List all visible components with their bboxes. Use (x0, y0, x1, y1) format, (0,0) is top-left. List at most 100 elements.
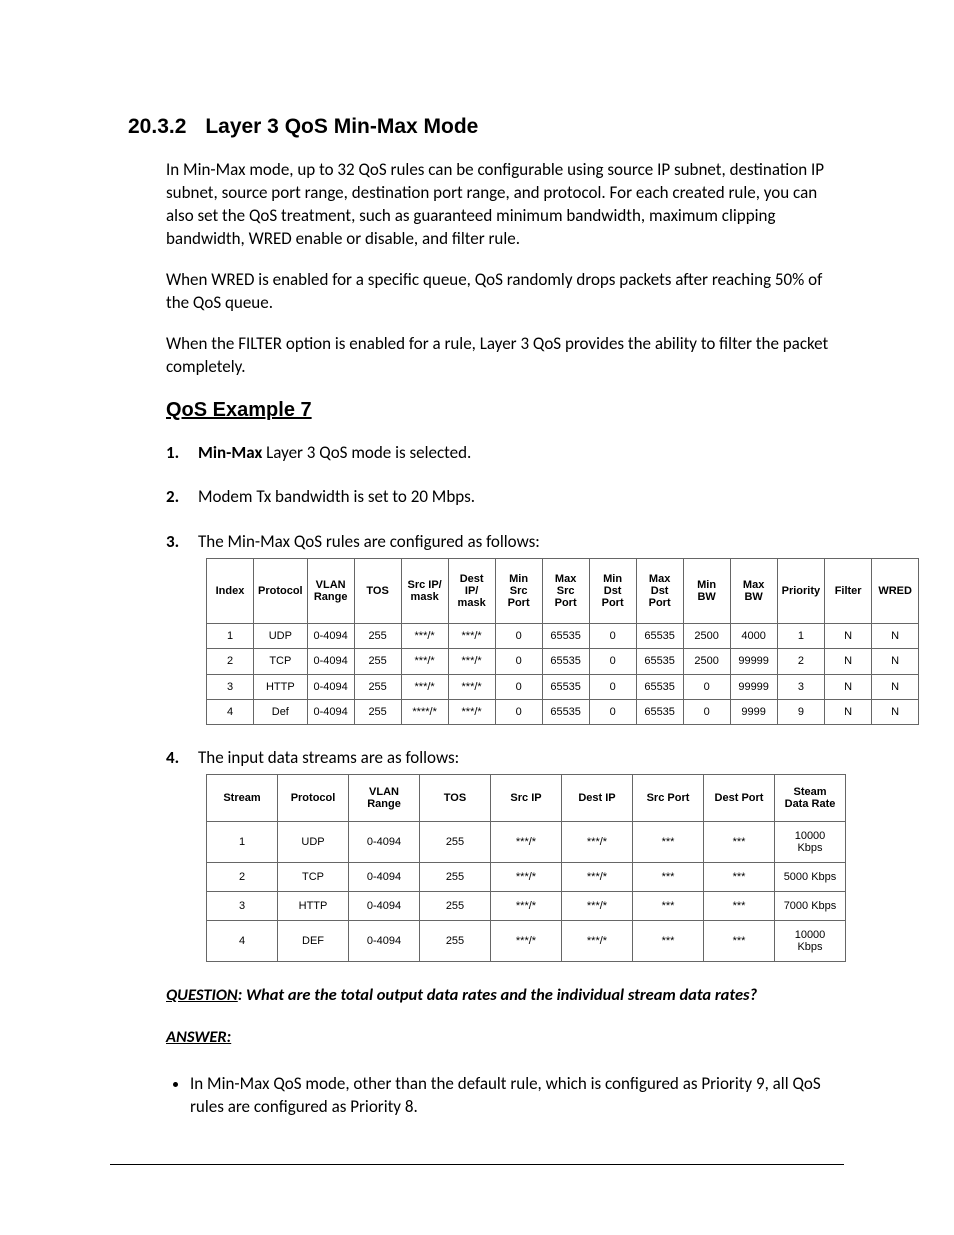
table-cell: 255 (354, 674, 401, 699)
table-cell: 65535 (542, 649, 589, 674)
table-cell: 2500 (683, 649, 730, 674)
table-cell: 3 (207, 674, 254, 699)
table-body: 1UDP0-4094255***/****/*******10000 Kbps2… (207, 821, 846, 962)
table-cell: ****/* (401, 699, 448, 724)
table-cell: 0 (683, 699, 730, 724)
table-header-row: Stream Protocol VLAN Range TOS Src IP De… (207, 774, 846, 821)
table-cell: N (825, 674, 872, 699)
table-cell: 0-4094 (307, 699, 354, 724)
th-index: Index (207, 559, 254, 624)
answer-label: ANSWER: (166, 1026, 844, 1048)
table-cell: *** (633, 921, 704, 962)
th-data-rate: Steam Data Rate (775, 774, 846, 821)
step-number: 2. (166, 486, 179, 509)
table-cell: ***/* (491, 891, 562, 920)
table-cell: ***/* (562, 862, 633, 891)
table-cell: *** (633, 821, 704, 862)
step-text: Modem Tx bandwidth is set to 20 Mbps. (198, 486, 475, 507)
table-cell: 65535 (636, 699, 683, 724)
table-cell: TCP (278, 862, 349, 891)
answer-bullets: In Min-Max QoS mode, other than the defa… (166, 1073, 844, 1119)
table-cell: *** (633, 891, 704, 920)
table-cell: ***/* (448, 624, 495, 649)
table-cell: 4000 (730, 624, 777, 649)
table-cell: 0 (589, 699, 636, 724)
table-cell: 65535 (542, 624, 589, 649)
list-item: 3. The Min-Max QoS rules are configured … (166, 531, 844, 724)
table-cell: 65535 (542, 699, 589, 724)
table-cell: 0 (589, 624, 636, 649)
step-text: Layer 3 QoS mode is selected. (262, 442, 471, 463)
table-cell: 5000 Kbps (775, 862, 846, 891)
table-row: 3HTTP0-4094255***/****/*******7000 Kbps (207, 891, 846, 920)
table-cell: 2500 (683, 624, 730, 649)
table-cell: 99999 (730, 674, 777, 699)
table-cell: ***/* (562, 891, 633, 920)
table-cell: 0 (683, 674, 730, 699)
th-min-bw: Min BW (683, 559, 730, 624)
step-number: 4. (166, 747, 179, 770)
table-row: 2TCP0-4094255***/****/*06553506553525009… (207, 649, 919, 674)
table-cell: 1 (207, 624, 254, 649)
th-stream: Stream (207, 774, 278, 821)
th-priority: Priority (777, 559, 825, 624)
table-cell: 0-4094 (349, 862, 420, 891)
th-wred: WRED (872, 559, 919, 624)
step-text: The input data streams are as follows: (198, 747, 459, 768)
table-cell: N (825, 649, 872, 674)
table-cell: 10000 Kbps (775, 921, 846, 962)
table-header-row: Index Protocol VLAN Range TOS Src IP/ ma… (207, 559, 919, 624)
table-cell: 10000 Kbps (775, 821, 846, 862)
table-cell: 255 (420, 891, 491, 920)
table-cell: 4 (207, 921, 278, 962)
th-protocol: Protocol (254, 559, 308, 624)
table-cell: 0 (589, 649, 636, 674)
table-cell: ***/* (448, 699, 495, 724)
step-text: The Min-Max QoS rules are configured as … (198, 531, 540, 552)
table-cell: 0 (495, 624, 542, 649)
table-cell: 65535 (636, 674, 683, 699)
table-cell: 7000 Kbps (775, 891, 846, 920)
table-cell: ***/* (491, 821, 562, 862)
paragraph: In Min-Max mode, up to 32 QoS rules can … (166, 159, 844, 251)
th-max-dst-port: Max Dst Port (636, 559, 683, 624)
table-cell: Def (254, 699, 308, 724)
table-cell: 0 (495, 649, 542, 674)
qos-rules-table: Index Protocol VLAN Range TOS Src IP/ ma… (206, 558, 919, 724)
table-cell: ***/* (448, 649, 495, 674)
th-vlan-range: VLAN Range (349, 774, 420, 821)
th-tos: TOS (420, 774, 491, 821)
section-title: Layer 3 QoS Min-Max Mode (205, 115, 478, 138)
table-row: 4Def0-4094255****/****/*0655350655350999… (207, 699, 919, 724)
table-row: 4DEF0-4094255***/****/*******10000 Kbps (207, 921, 846, 962)
th-max-src-port: Max Src Port (542, 559, 589, 624)
table-cell: N (872, 699, 919, 724)
table-cell: 255 (354, 649, 401, 674)
example-heading: QoS Example 7 (166, 397, 844, 424)
table-cell: ***/* (448, 674, 495, 699)
table-cell: 1 (777, 624, 825, 649)
table-row: 2TCP0-4094255***/****/*******5000 Kbps (207, 862, 846, 891)
table-row: 1UDP0-4094255***/****/*******10000 Kbps (207, 821, 846, 862)
table-cell: 0 (495, 699, 542, 724)
table-cell: 2 (207, 862, 278, 891)
body-content: In Min-Max mode, up to 32 QoS rules can … (166, 159, 844, 1119)
table-cell: *** (704, 862, 775, 891)
th-min-src-port: Min Src Port (495, 559, 542, 624)
table-cell: *** (704, 821, 775, 862)
table-cell: ***/* (401, 624, 448, 649)
footer-rule (110, 1164, 844, 1165)
question: QUESTION: What are the total output data… (166, 984, 844, 1006)
table-cell: ***/* (562, 921, 633, 962)
table-cell: 255 (420, 921, 491, 962)
list-item: 2. Modem Tx bandwidth is set to 20 Mbps. (166, 486, 844, 509)
th-filter: Filter (825, 559, 872, 624)
table-cell: 0-4094 (349, 891, 420, 920)
table-cell: ***/* (562, 821, 633, 862)
step-number: 1. (166, 442, 179, 465)
table-cell: 2 (207, 649, 254, 674)
step-number: 3. (166, 531, 179, 554)
list-item: In Min-Max QoS mode, other than the defa… (190, 1073, 844, 1119)
table-row: 1UDP0-4094255***/****/*06553506553525004… (207, 624, 919, 649)
table-cell: 255 (354, 699, 401, 724)
